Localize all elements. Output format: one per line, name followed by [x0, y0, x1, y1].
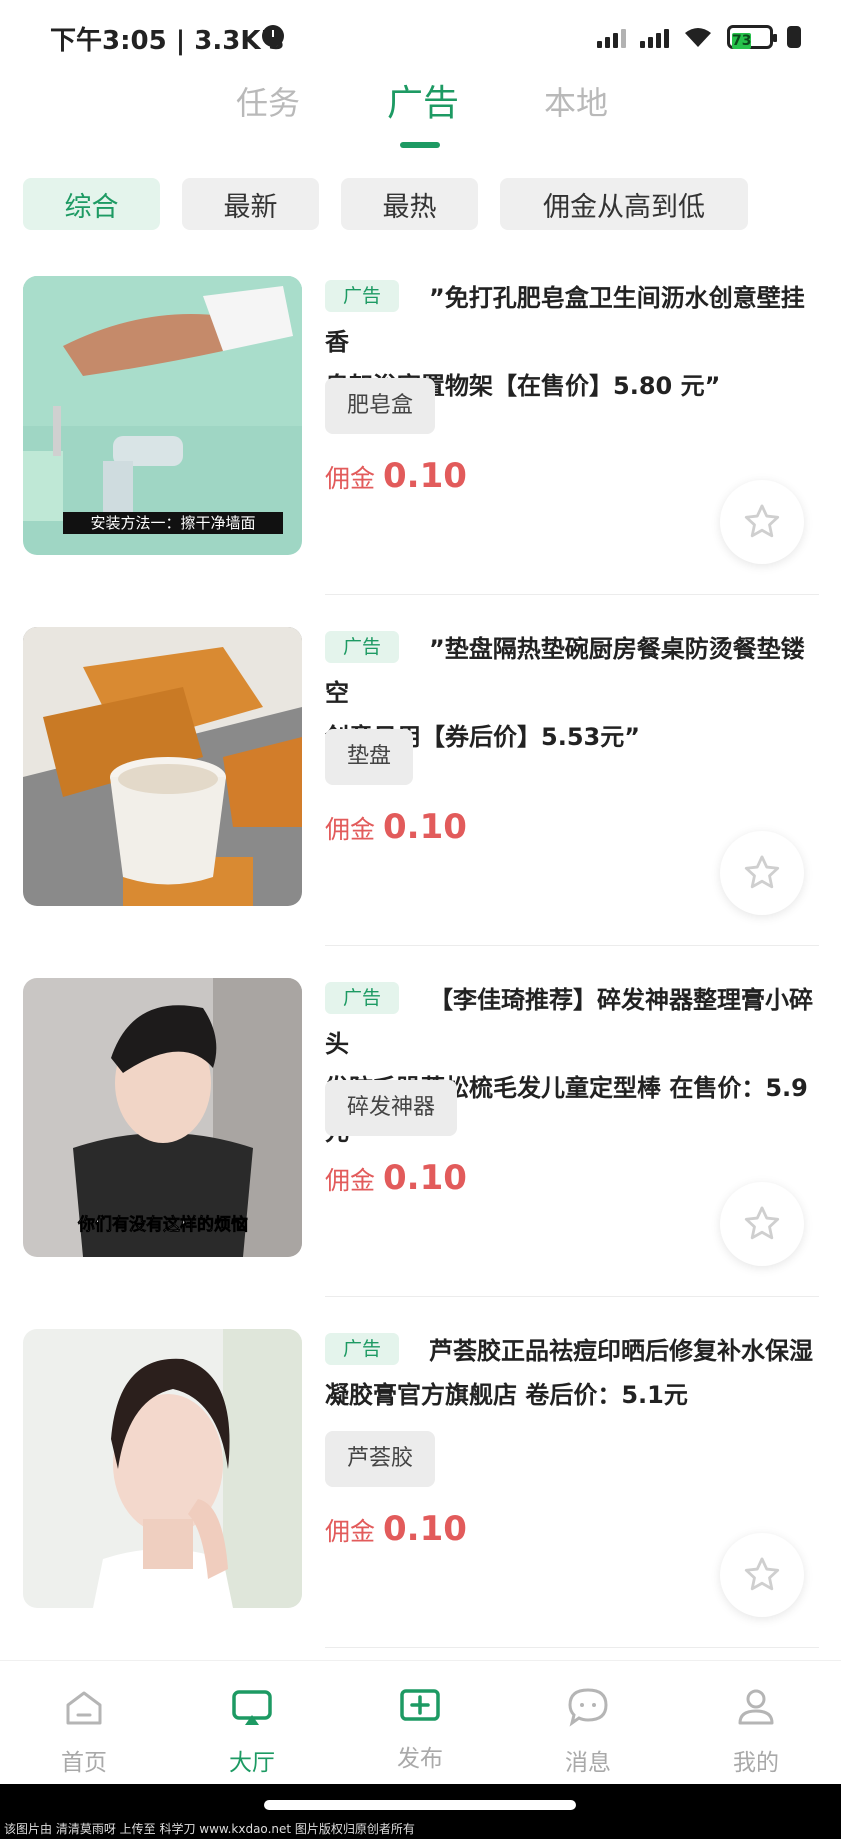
product-thumbnail[interactable]: 你们有没有这样的烦恼 [23, 978, 302, 1257]
ad-badge: 广告 [325, 982, 400, 1014]
tab-task[interactable]: 任务 [236, 78, 300, 124]
charging-icon [787, 26, 801, 48]
nav-messages-label: 消息 [565, 1750, 611, 1776]
item-content: 广告 ”免打孔肥皂盒卫生间沥水创意壁挂香 皂架浴室置物架【在售价】5.80 元” … [325, 276, 820, 564]
list-item[interactable]: 安装方法一：擦干净墙面 广告 ”免打孔肥皂盒卫生间沥水创意壁挂香 皂架浴室置物架【… [0, 276, 841, 627]
list-item[interactable]: 广告 ”垫盘隔热垫碗厨房餐桌防烫餐垫镂空 创意日用【券后价】5.53元” 垫盘 佣… [0, 627, 841, 978]
item-title-line2: 凝胶膏官方旗舰店 卷后价：5.1元 [325, 1381, 688, 1409]
battery-icon: 73 [727, 25, 777, 49]
ad-badge: 广告 [325, 280, 400, 312]
nav-publish-label: 发布 [397, 1746, 443, 1772]
item-title[interactable]: 广告 ”免打孔肥皂盒卫生间沥水创意壁挂香 [325, 276, 820, 364]
wooden-coasters-image [23, 627, 302, 906]
nav-profile-label: 我的 [733, 1750, 779, 1776]
woman-skincare-image [23, 1329, 302, 1608]
star-icon [744, 504, 780, 538]
ad-list: 安装方法一：擦干净墙面 广告 ”免打孔肥皂盒卫生间沥水创意壁挂香 皂架浴室置物架【… [0, 276, 841, 1680]
ad-badge: 广告 [325, 631, 400, 663]
tab-indicator [400, 142, 440, 148]
filter-newest[interactable]: 最新 [182, 178, 319, 230]
battery-level: 73 [732, 33, 752, 49]
profile-icon [738, 1689, 774, 1725]
woman-hair-image: 你们有没有这样的烦恼 [23, 978, 302, 1257]
product-thumbnail[interactable] [23, 1329, 302, 1608]
item-tag[interactable]: 垫盘 [325, 729, 414, 785]
home-icon [66, 1691, 102, 1725]
commission-label: 佣金 [325, 1166, 376, 1195]
commission: 佣金 0.10 [325, 456, 467, 496]
thumbnail-caption: 安装方法一：擦干净墙面 [90, 514, 255, 532]
thumbnail-caption: 你们有没有这样的烦恼 [77, 1214, 248, 1235]
favorite-button[interactable] [720, 1182, 804, 1266]
publish-plus-icon [400, 1689, 440, 1721]
commission-value: 0.10 [383, 456, 467, 496]
commission: 佣金 0.10 [325, 807, 467, 847]
product-thumbnail[interactable] [23, 627, 302, 906]
bottom-nav: 首页 大厅 发布 消息 我的 [0, 1660, 841, 1784]
top-tabs: 任务 广告 本地 [0, 70, 841, 154]
divider [325, 1296, 819, 1297]
divider [325, 945, 819, 946]
signal-icon-2 [640, 26, 669, 48]
commission-value: 0.10 [383, 1158, 467, 1198]
tab-local[interactable]: 本地 [544, 78, 608, 124]
nav-hall[interactable]: 大厅 [192, 1661, 312, 1785]
product-thumbnail[interactable]: 安装方法一：擦干净墙面 [23, 276, 302, 555]
nav-hall-label: 大厅 [229, 1750, 275, 1776]
star-icon [744, 1206, 780, 1240]
hall-screen-icon [232, 1690, 272, 1725]
favorite-button[interactable] [720, 480, 804, 564]
nav-publish[interactable]: 发布 [360, 1661, 480, 1785]
item-title[interactable]: 广告 ”垫盘隔热垫碗厨房餐桌防烫餐垫镂空 [325, 627, 820, 715]
item-content: 广告 ”垫盘隔热垫碗厨房餐桌防烫餐垫镂空 创意日用【券后价】5.53元” 垫盘 佣… [325, 627, 820, 915]
commission: 佣金 0.10 [325, 1158, 467, 1198]
nav-home[interactable]: 首页 [24, 1661, 144, 1785]
commission-label: 佣金 [325, 1517, 376, 1546]
item-content: 广告 【李佳琦推荐】碎发神器整理膏小碎头 发防毛躁蓬松梳毛发儿童定型棒 在售价：5… [325, 978, 820, 1266]
item-title-line1: 芦荟胶正品祛痘印晒后修复补水保湿 [429, 1337, 814, 1365]
filter-commission-desc[interactable]: 佣金从高到低 [500, 178, 748, 230]
filter-bar: 综合 最新 最热 佣金从高到低 [23, 178, 748, 230]
signal-icon [597, 26, 626, 48]
item-title[interactable]: 广告 【李佳琦推荐】碎发神器整理膏小碎头 [325, 978, 820, 1066]
ad-badge: 广告 [325, 1333, 400, 1365]
item-tag[interactable]: 碎发神器 [325, 1080, 458, 1136]
favorite-button[interactable] [720, 831, 804, 915]
item-title[interactable]: 广告 芦荟胶正品祛痘印晒后修复补水保湿 [325, 1329, 820, 1373]
watermark-note: 该图片由 清清莫雨呀 上传至 科学刀 www.kxdao.net 图片版权归原创… [4, 1822, 415, 1836]
nav-home-label: 首页 [61, 1750, 107, 1776]
item-content: 广告 芦荟胶正品祛痘印晒后修复补水保湿 凝胶膏官方旗舰店 卷后价：5.1元 芦荟胶… [325, 1329, 820, 1617]
divider [325, 594, 819, 595]
nav-profile[interactable]: 我的 [696, 1661, 816, 1785]
list-item[interactable]: 你们有没有这样的烦恼 广告 【李佳琦推荐】碎发神器整理膏小碎头 发防毛躁蓬松梳毛发… [0, 978, 841, 1329]
status-icons: 73 [597, 22, 801, 52]
star-icon [744, 855, 780, 889]
commission-value: 0.10 [383, 1509, 467, 1549]
commission: 佣金 0.10 [325, 1509, 467, 1549]
item-tag[interactable]: 芦荟胶 [325, 1431, 436, 1487]
bathroom-faucet-image: 安装方法一：擦干净墙面 [23, 276, 302, 555]
commission-value: 0.10 [383, 807, 467, 847]
divider [325, 1647, 819, 1648]
commission-label: 佣金 [325, 815, 376, 844]
item-tag[interactable]: 肥皂盒 [325, 378, 436, 434]
star-icon [744, 1557, 780, 1591]
home-indicator-area: 该图片由 清清莫雨呀 上传至 科学刀 www.kxdao.net 图片版权归原创… [0, 1784, 841, 1839]
commission-label: 佣金 [325, 464, 376, 493]
alarm-icon [262, 25, 284, 47]
filter-comprehensive[interactable]: 综合 [23, 178, 160, 230]
wifi-icon [683, 26, 713, 48]
home-indicator[interactable] [264, 1800, 576, 1810]
filter-hottest[interactable]: 最热 [341, 178, 478, 230]
message-bubble-icon [568, 1688, 608, 1727]
tab-ads[interactable]: 广告 [387, 74, 459, 126]
status-time: 下午3:05 | 3.3K's [50, 26, 284, 56]
favorite-button[interactable] [720, 1533, 804, 1617]
nav-messages[interactable]: 消息 [528, 1661, 648, 1785]
status-bar: 下午3:05 | 3.3K's 73 [0, 0, 841, 72]
list-item[interactable]: 广告 芦荟胶正品祛痘印晒后修复补水保湿 凝胶膏官方旗舰店 卷后价：5.1元 芦荟胶… [0, 1329, 841, 1680]
